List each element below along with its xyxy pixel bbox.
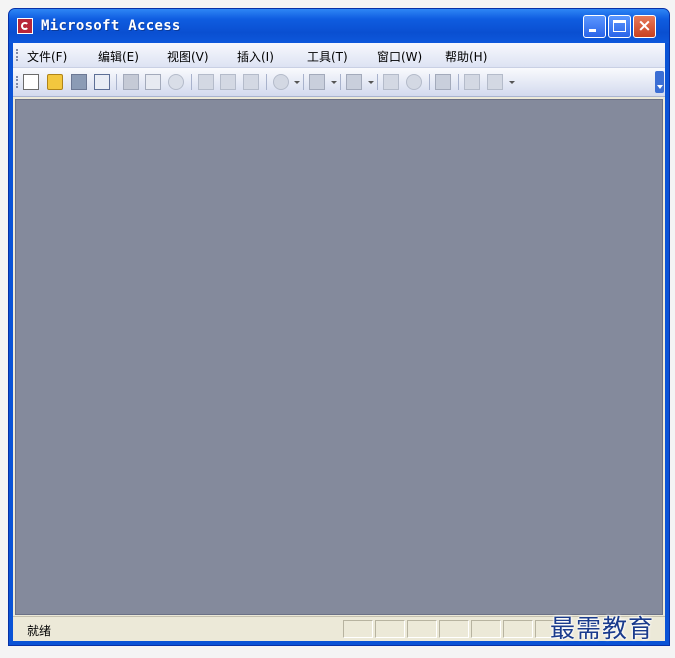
menu-view[interactable]: 视图(V) — [167, 48, 209, 65]
menu-insert[interactable]: 插入(I) — [237, 48, 274, 65]
open-icon[interactable] — [47, 74, 63, 90]
status-pane — [343, 620, 373, 638]
menubar-grip[interactable] — [16, 49, 20, 61]
status-pane — [503, 620, 533, 638]
print-preview-icon[interactable] — [145, 74, 161, 90]
properties-icon[interactable] — [406, 74, 422, 90]
toolbar-separator — [303, 74, 304, 90]
minimize-button[interactable] — [583, 15, 606, 38]
new-object-icon[interactable] — [487, 74, 503, 90]
status-pane — [471, 620, 501, 638]
office-links-icon[interactable] — [309, 74, 325, 90]
code-icon[interactable] — [383, 74, 399, 90]
new-icon[interactable] — [23, 74, 39, 90]
toolbar-separator — [191, 74, 192, 90]
toolbar-separator — [429, 74, 430, 90]
spelling-icon[interactable] — [168, 74, 184, 90]
minimize-icon — [589, 29, 596, 32]
title-bar[interactable]: Microsoft Access × — [9, 9, 669, 43]
window-title: Microsoft Access — [41, 18, 181, 34]
toolbar-separator — [116, 74, 117, 90]
status-pane — [439, 620, 469, 638]
undo-dropdown-arrow[interactable] — [294, 81, 300, 84]
status-pane — [375, 620, 405, 638]
new-object-dropdown-arrow[interactable] — [509, 81, 515, 84]
analyze-icon[interactable] — [346, 74, 362, 90]
file-search-icon[interactable] — [94, 74, 110, 90]
copy-icon[interactable] — [220, 74, 236, 90]
paste-icon[interactable] — [243, 74, 259, 90]
cut-icon[interactable] — [198, 74, 214, 90]
menu-help[interactable]: 帮助(H) — [445, 48, 487, 65]
menu-window[interactable]: 窗口(W) — [377, 48, 422, 65]
close-button[interactable]: × — [633, 15, 656, 38]
menu-bar: 文件(F) 编辑(E) 视图(V) 插入(I) 工具(T) 窗口(W) 帮助(H… — [13, 43, 665, 68]
toolbar-separator — [377, 74, 378, 90]
toolbar-separator — [266, 74, 267, 90]
client-area: 文件(F) 编辑(E) 视图(V) 插入(I) 工具(T) 窗口(W) 帮助(H… — [13, 43, 665, 641]
toolbar-separator — [458, 74, 459, 90]
maximize-icon — [613, 20, 626, 32]
status-text: 就绪 — [27, 624, 52, 638]
relationships-icon[interactable] — [435, 74, 451, 90]
status-pane — [407, 620, 437, 638]
toolbar-separator — [340, 74, 341, 90]
access-app-icon[interactable] — [17, 18, 33, 34]
print-icon[interactable] — [123, 74, 139, 90]
analyze-dropdown-arrow[interactable] — [368, 81, 374, 84]
menu-tools[interactable]: 工具(T) — [307, 48, 348, 65]
close-icon: × — [637, 16, 652, 36]
undo-icon[interactable] — [273, 74, 289, 90]
menu-file[interactable]: 文件(F) — [27, 48, 67, 65]
access-window: Microsoft Access × 文件(F) 编辑(E) 视图(V) 插入(… — [8, 8, 670, 646]
toolbar-grip[interactable] — [16, 76, 20, 88]
save-icon[interactable] — [71, 74, 87, 90]
database-workspace — [15, 99, 663, 615]
office-links-dropdown-arrow[interactable] — [331, 81, 337, 84]
toolbar-options-chevron-icon[interactable] — [655, 71, 664, 93]
toolbar — [13, 68, 665, 97]
menu-edit[interactable]: 编辑(E) — [98, 48, 139, 65]
watermark-logo: 最需教育 — [550, 614, 655, 643]
maximize-button[interactable] — [608, 15, 631, 38]
new-object-icon[interactable] — [464, 74, 480, 90]
